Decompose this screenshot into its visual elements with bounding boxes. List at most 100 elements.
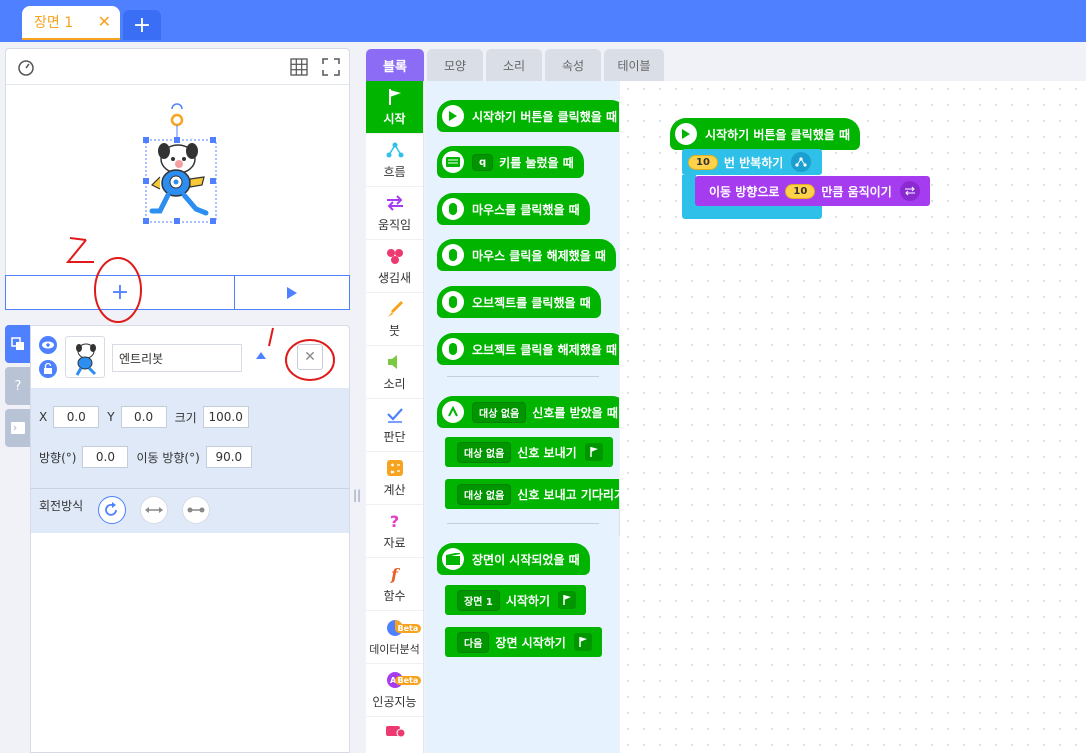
block-when-mouse-clicked[interactable]: 마우스를 클릭했을 때 [437,193,590,225]
move-direction-label: 이동 방향(°) [136,450,200,465]
category-start[interactable]: 시작 [366,81,423,134]
category-calc[interactable]: 계산 [366,452,423,505]
side-tabs: ? [5,325,31,451]
direction-field[interactable]: 0.0 [82,446,129,468]
horizontal-arrows-icon [145,507,163,513]
size-field[interactable]: 100.0 [202,406,249,428]
rotate-none-button[interactable] [182,496,210,524]
stage-canvas[interactable] [6,85,349,276]
grid-icon[interactable] [290,58,308,76]
object-icon [11,337,24,350]
flag-icon [573,633,592,651]
script-when-start-clicked[interactable]: 시작하기 버튼을 클릭했을 때 [670,118,861,150]
rotation-label: 회전방식 [39,499,84,513]
block-start-next-scene[interactable]: 다음 장면 시작하기 [445,627,602,657]
play-icon [287,286,297,299]
play-icon [675,123,697,145]
block-start-scene[interactable]: 장면 1 시작하기 [445,585,587,615]
question-mark-icon: ? [389,511,400,531]
object-tab[interactable] [5,325,31,363]
close-icon[interactable]: ✕ [98,12,111,31]
category-extension[interactable] [366,717,423,747]
category-data[interactable]: ? 자료 [366,505,423,558]
category-flow[interactable]: 흐름 [366,134,423,187]
keyboard-icon [442,151,464,173]
visibility-eye-icon[interactable] [39,336,57,354]
x-label: X [39,410,48,424]
speed-gauge-icon[interactable] [17,58,35,76]
rotate-handle-icon [171,103,183,110]
no-rotation-icon [187,507,205,513]
question-icon: ? [14,378,22,394]
tab-attributes[interactable]: 속성 [545,49,601,81]
palette-divider [447,376,599,377]
annotation-mark-1 [268,327,335,381]
object-thumbnail[interactable] [65,336,105,378]
flow-icon [385,140,405,160]
fullscreen-icon[interactable] [322,58,340,76]
rotate-free-button[interactable] [98,496,126,524]
mouse-icon [442,291,464,313]
script-move-block[interactable]: 이동 방향으로 10 만큼 움직이기 [695,176,930,206]
block-when-start-clicked[interactable]: 시작하기 버튼을 클릭했을 때 [437,100,619,132]
rotate-horizontal-button[interactable] [140,496,168,524]
category-ai[interactable]: AIBeta 인공지능 [366,664,423,717]
stage-controls: + [5,275,350,310]
tab-shapes[interactable]: 모양 [427,49,483,81]
function-icon: f [391,564,398,584]
scene-tab[interactable]: 장면 1 ✕ [22,6,120,40]
block-when-signal-received[interactable]: 대상 없음 신호를 받았을 때 [437,396,619,428]
signal-icon [442,401,464,423]
ai-icon: AIBeta [385,670,422,690]
extension-icon [385,721,405,741]
add-scene-button[interactable]: + [123,10,161,40]
speaker-icon [385,352,405,372]
block-when-mouse-released[interactable]: 마우스 클릭을 해제했을 때 [437,239,616,271]
repeat-count-field[interactable]: 10 [688,154,718,170]
x-field[interactable]: 0.0 [53,406,100,428]
category-motion[interactable]: 움직임 [366,187,423,240]
annotation-mark-2 [65,237,142,323]
object-name-input[interactable] [112,344,242,372]
block-when-scene-starts[interactable]: 장면이 시작되었을 때 [437,543,590,575]
tab-sounds[interactable]: 소리 [486,49,542,81]
help-tab[interactable]: ? [5,367,31,405]
direction-row: 방향(°) 0.0 이동 방향(°) 90.0 [39,446,260,468]
direction-label: 방향(°) [39,450,77,465]
category-judgement[interactable]: 판단 [366,399,423,452]
category-function[interactable]: f 함수 [366,558,423,611]
tab-table[interactable]: 테이블 [604,49,664,81]
category-sound[interactable]: 소리 [366,346,423,399]
block-send-signal[interactable]: 대상 없음 신호 보내기 [445,437,613,467]
stage-panel: + [5,48,350,310]
play-icon [442,105,464,127]
block-when-key-pressed[interactable]: q 키를 눌렀을 때 [437,146,584,178]
y-label: Y [107,410,115,424]
check-icon [385,405,405,425]
entrybot-sprite[interactable] [6,85,351,276]
move-direction-field[interactable]: 90.0 [205,446,252,468]
tab-blocks[interactable]: 블록 [366,49,424,81]
move-distance-field[interactable]: 10 [785,183,816,199]
script-workspace[interactable]: 시작하기 버튼을 클릭했을 때 10 번 반복하기 이동 방향으로 10 만큼 … [620,81,1086,753]
block-when-object-clicked[interactable]: 오브젝트를 클릭했을 때 [437,286,601,318]
flow-icon [791,152,812,172]
lock-icon[interactable] [39,360,57,378]
y-field[interactable]: 0.0 [120,406,167,428]
category-looks[interactable]: 생김새 [366,240,423,293]
console-tab[interactable] [5,409,31,447]
category-brush[interactable]: 붓 [366,293,423,346]
clapper-icon [442,548,464,570]
console-icon [11,422,25,434]
flag-icon [385,87,405,107]
flag-icon [584,443,603,461]
block-when-object-released[interactable]: 오브젝트 클릭을 해제했을 때 [437,333,619,365]
brush-icon [385,299,405,319]
block-send-signal-wait[interactable]: 대상 없음 신호 보내고 기다리기 [445,479,619,509]
category-data-analysis[interactable]: Beta 데이터분석 [366,611,423,664]
scene-tab-label: 장면 1 [34,15,74,31]
stage-header [6,49,349,85]
play-button[interactable] [235,276,349,309]
calculator-icon [385,458,405,478]
panel-resize-handle[interactable]: || [353,488,361,502]
